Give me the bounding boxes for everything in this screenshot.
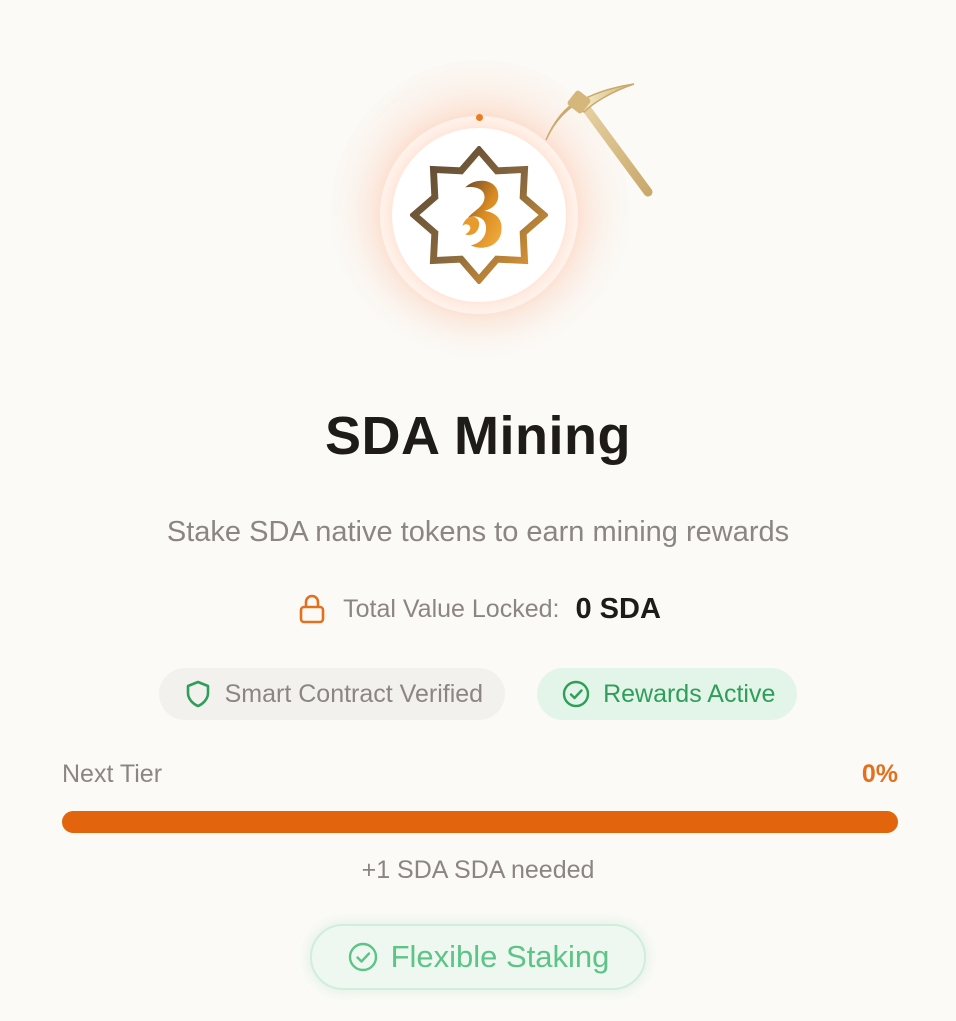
status-badges: Smart Contract Verified Rewards Active [0,668,956,720]
shield-icon [186,680,209,708]
next-tier-percent: 0% [861,760,898,788]
rewards-active-badge: Rewards Active [537,668,798,720]
page-title: SDA Mining [325,406,631,466]
page-subtitle: Stake SDA native tokens to earn mining r… [166,516,790,548]
contract-verified-label: Smart Contract Verified [224,679,484,708]
lock-icon [299,594,325,624]
contract-verified-badge: Smart Contract Verified [158,668,506,720]
hero-section [0,0,956,380]
total-value-locked: Total Value Locked: 0 SDA [0,592,956,626]
orbit-dot [476,114,483,121]
tier-needed-text: +1 SDA SDA needed [361,856,595,884]
tvl-value: 0 SDA [575,592,661,625]
sda-logo-icon [410,146,548,284]
pickaxe-icon [545,83,653,197]
check-circle-icon [348,942,377,972]
rewards-active-label: Rewards Active [603,679,776,708]
flexible-staking-label: Flexible Staking [390,939,610,974]
flexible-staking-button[interactable]: Flexible Staking [310,924,646,990]
tvl-label: Total Value Locked: [343,594,560,623]
next-tier-label: Next Tier [62,760,163,788]
check-circle-icon [562,680,590,708]
tier-progress-bar [62,811,898,833]
